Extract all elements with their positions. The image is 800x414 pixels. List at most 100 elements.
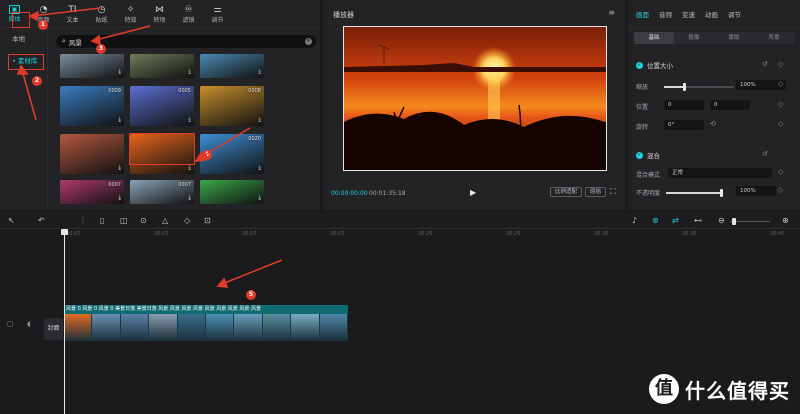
prop-tab-audio[interactable]: 音频 xyxy=(659,9,672,19)
blend-mode-select[interactable]: 正常 xyxy=(668,168,772,178)
cover-button[interactable]: 封面 xyxy=(44,318,63,340)
checkbox-icon[interactable]: ✓ xyxy=(636,61,643,69)
download-icon[interactable]: ⤓ xyxy=(258,194,261,202)
keyframe-icon[interactable]: ◇ xyxy=(778,186,783,194)
ruler-tick-label: 00:30 xyxy=(594,231,609,237)
rotate-field[interactable]: 0° xyxy=(664,120,704,130)
opacity-slider[interactable] xyxy=(666,189,723,197)
download-icon[interactable]: ⤓ xyxy=(118,164,121,172)
download-icon[interactable]: ⤓ xyxy=(188,68,191,76)
prop-tab-animation[interactable]: 动画 xyxy=(705,9,718,19)
download-icon[interactable]: ⤓ xyxy=(258,116,261,124)
media-thumbnail[interactable]: ⤓ xyxy=(60,54,124,78)
scale-slider[interactable] xyxy=(664,83,734,91)
sub-tab-background[interactable]: 背景 xyxy=(754,32,794,44)
prop-tab-speed[interactable]: 变速 xyxy=(682,9,695,19)
keyframe-icon[interactable]: ◇ xyxy=(778,100,783,108)
preview-axis-icon[interactable]: ⇄ xyxy=(672,216,679,225)
play-icon[interactable]: ▶ xyxy=(470,188,476,197)
link-icon[interactable]: ⊛ xyxy=(652,216,659,225)
keyframe-icon[interactable]: ◇ xyxy=(778,60,783,68)
track-audio-icon[interactable]: ◖ xyxy=(27,320,31,328)
split-icon[interactable]: ⫶ xyxy=(82,216,84,226)
video-preview[interactable] xyxy=(343,26,607,171)
blend-section[interactable]: ✓ 混合 xyxy=(636,150,660,160)
tab-effects[interactable]: ✧ 特效 xyxy=(116,0,145,28)
download-icon[interactable]: ⤓ xyxy=(188,116,191,124)
crop-icon[interactable]: ⊡ xyxy=(204,216,211,225)
freeze-icon[interactable]: ◫ xyxy=(120,216,128,225)
media-thumbnail[interactable]: 0007 ⤓ xyxy=(60,180,124,204)
download-icon[interactable]: ⤓ xyxy=(118,194,121,202)
reverse-icon[interactable]: ⊙ xyxy=(140,216,147,225)
opacity-field[interactable]: 100% xyxy=(736,186,776,196)
search-box[interactable]: ⌕ ✕ xyxy=(56,35,316,48)
ruler-tick-label: 00:20 xyxy=(418,231,433,237)
annotation-box xyxy=(8,54,44,70)
media-thumbnail[interactable]: ⤓ xyxy=(200,180,264,204)
download-icon[interactable]: ⤓ xyxy=(258,68,261,76)
media-thumbnail[interactable]: ⤓ xyxy=(60,134,124,174)
video-clip-strip[interactable]: 风景 0 风景 0 风景 0 美景日落 美景日落 风景 风景 风景 风景 风景 … xyxy=(64,305,349,341)
media-thumbnail[interactable]: 0008 ⤓ xyxy=(200,86,264,126)
playhead-handle[interactable] xyxy=(61,229,68,235)
fullscreen-icon[interactable]: ⛶ xyxy=(610,187,616,197)
tab-label: 滤镜 xyxy=(182,16,195,24)
position-x-field[interactable]: 0 xyxy=(664,100,704,110)
reset-icon[interactable]: ↺ xyxy=(762,60,768,68)
download-icon[interactable]: ⤓ xyxy=(258,164,261,172)
media-thumbnail[interactable]: ⤓ xyxy=(130,54,194,78)
sub-tab-keying[interactable]: 抠像 xyxy=(674,32,714,44)
tab-transition[interactable]: ⋈ 转场 xyxy=(145,0,174,28)
media-thumbnail[interactable]: 0005 ⤓ xyxy=(130,86,194,126)
timeline-ruler[interactable]: 00:00 00:05 00:10 00:15 00:20 00:25 00:30 00:35… xyxy=(0,230,800,240)
keyframe-icon[interactable]: ◇ xyxy=(778,80,783,88)
sub-tab-mask[interactable]: 蒙版 xyxy=(714,32,754,44)
tab-text[interactable]: TI 文本 xyxy=(58,0,87,28)
clear-search-icon[interactable]: ✕ xyxy=(305,38,312,45)
download-icon[interactable]: ⤓ xyxy=(118,116,121,124)
position-label: 位置 xyxy=(636,104,649,111)
mirror-icon[interactable]: △ xyxy=(162,216,168,225)
prop-tab-picture[interactable]: 画面 xyxy=(636,9,649,19)
download-icon[interactable]: ⤓ xyxy=(118,68,121,76)
media-thumbnail[interactable]: 0009 ⤓ xyxy=(60,86,124,126)
tab-adjust[interactable]: ⚌ 调节 xyxy=(203,0,232,28)
select-tool-icon[interactable]: ↖ xyxy=(8,216,15,225)
side-item-local[interactable]: 本地 xyxy=(0,28,47,50)
thumbnail-duration: 0020 xyxy=(248,136,261,142)
tab-filter[interactable]: ♾ 滤镜 xyxy=(174,0,203,28)
zoom-out-icon[interactable]: ⊖ xyxy=(718,216,725,225)
rotate-icon[interactable]: ⟲ xyxy=(710,120,716,128)
reset-icon[interactable]: ↺ xyxy=(762,150,768,158)
tab-sticker[interactable]: ◷ 贴纸 xyxy=(87,0,116,28)
keyframe-icon[interactable]: ◇ xyxy=(778,168,783,176)
undo-icon[interactable]: ↶ xyxy=(38,216,45,225)
player-panel: 播放器 ≡ 00:00:00:00 00:01:35:18 ▶ 比例适配 原始 … xyxy=(323,0,625,210)
split-screen-icon[interactable]: ⊷ xyxy=(694,216,702,225)
zoom-slider[interactable] xyxy=(730,218,770,225)
playhead[interactable] xyxy=(64,230,65,414)
microphone-icon[interactable]: ♪ xyxy=(632,216,637,225)
download-icon[interactable]: ⤓ xyxy=(188,194,191,202)
section-title: 位置大小 xyxy=(647,62,673,70)
media-tool-tabs: ▣ 媒体 ◔ 音频 TI 文本 ◷ 贴纸 ✧ 特效 ⋈ 转场 ♾ 滤镜 ⚌ 调节 xyxy=(0,0,320,28)
clip-frame xyxy=(234,314,263,341)
checkbox-icon[interactable]: ✓ xyxy=(636,151,643,159)
ratio-button[interactable]: 比例适配 xyxy=(550,187,583,197)
sub-tab-basic[interactable]: 基础 xyxy=(634,32,674,44)
rotate-icon[interactable]: ◇ xyxy=(184,216,190,225)
download-icon[interactable]: ⤓ xyxy=(188,164,191,172)
keyframe-icon[interactable]: ◇ xyxy=(778,120,783,128)
prop-tab-adjust[interactable]: 调节 xyxy=(728,9,741,19)
player-menu-icon[interactable]: ≡ xyxy=(608,8,615,17)
ruler-tick-label: 00:05 xyxy=(154,231,169,237)
media-thumbnail[interactable]: ⤓ xyxy=(200,54,264,78)
position-y-field[interactable]: 0 xyxy=(710,100,750,110)
original-button[interactable]: 原始 xyxy=(585,187,607,197)
media-thumbnail[interactable]: 0007 ⤓ xyxy=(130,180,194,204)
zoom-in-icon[interactable]: ⊕ xyxy=(782,216,789,225)
track-lock-icon[interactable]: ▢ xyxy=(7,320,14,328)
position-size-section[interactable]: ✓ 位置大小 xyxy=(636,60,673,70)
delete-icon[interactable]: ▯ xyxy=(100,216,104,225)
